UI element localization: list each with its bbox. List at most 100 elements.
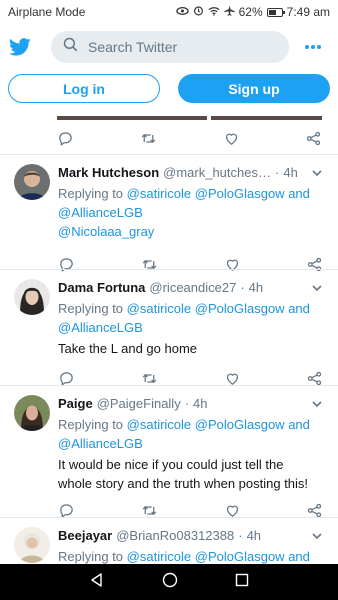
like-icon[interactable] xyxy=(224,370,241,387)
tweet-text: Take the L and go home xyxy=(58,341,198,356)
mention-link[interactable]: @PoloGlasgow xyxy=(195,417,285,432)
replying-to: Replying to @satiricole @PoloGlasgow and… xyxy=(58,415,323,453)
alarm-icon xyxy=(193,5,204,19)
twitter-logo-icon[interactable] xyxy=(8,35,32,59)
tweet-header: Beejayar @BrianRo08312388 · 4h xyxy=(58,526,323,544)
replying-prefix: Replying to xyxy=(58,301,127,316)
tweet-time[interactable]: 4h xyxy=(283,165,297,180)
tweet-header: Paige @PaigeFinally · 4h xyxy=(58,394,323,412)
avatar[interactable] xyxy=(14,395,50,431)
mention-link[interactable]: @PoloGlasgow xyxy=(195,301,285,316)
top-bar: Search Twitter xyxy=(0,24,338,70)
battery-icon xyxy=(266,7,285,17)
tweet-item[interactable]: Paige @PaigeFinally · 4h Replying to @sa… xyxy=(0,385,338,517)
separator-dot: · xyxy=(275,164,280,180)
tweet-feed[interactable]: Mark Hutcheson @mark_hutches… · 4h Reply… xyxy=(0,116,338,564)
like-icon[interactable] xyxy=(224,502,241,519)
user-handle[interactable]: @PaigeFinally xyxy=(97,396,181,411)
mention-link[interactable]: @AllianceLGB xyxy=(58,436,143,451)
mention-link[interactable]: @AllianceLGB xyxy=(58,205,143,220)
tweet-text-line: whole story and the truth when posting t… xyxy=(58,476,309,491)
user-name[interactable]: Beejayar xyxy=(58,528,112,543)
mention-link[interactable]: @satiricole xyxy=(127,301,192,316)
search-placeholder: Search Twitter xyxy=(88,39,178,55)
mention-link[interactable]: @AllianceLGB xyxy=(58,320,143,335)
tweet-time[interactable]: 4h xyxy=(247,528,261,543)
separator-dot: · xyxy=(240,279,245,295)
separator-dot: · xyxy=(184,395,190,411)
replying-to: Replying to @satiricole @PoloGlasgow and xyxy=(58,547,323,564)
chevron-down-icon[interactable] xyxy=(311,167,323,179)
tweet-item[interactable]: Beejayar @BrianRo08312388 · 4h Replying … xyxy=(0,517,338,564)
retweet-icon[interactable] xyxy=(140,370,159,387)
eye-icon xyxy=(175,6,189,19)
battery-percent: 62% xyxy=(238,5,263,19)
reply-icon[interactable] xyxy=(57,130,74,147)
recents-icon[interactable] xyxy=(235,573,249,592)
tweet-body: Mark Hutcheson @mark_hutches… · 4h Reply… xyxy=(58,163,323,274)
mention-and[interactable]: and xyxy=(285,301,310,316)
tweet-body: Paige @PaigeFinally · 4h Replying to @sa… xyxy=(58,394,323,520)
back-icon[interactable] xyxy=(89,572,105,593)
status-bar: Airplane Mode 62% 7:49 am xyxy=(0,0,338,24)
share-icon[interactable] xyxy=(305,130,322,147)
user-handle[interactable]: @riceandice27 xyxy=(149,280,236,295)
mention-link[interactable]: @satiricole xyxy=(127,186,192,201)
more-icon[interactable] xyxy=(305,45,321,49)
mention-link[interactable]: @PoloGlasgow xyxy=(195,549,285,564)
tweet-body: Beejayar @BrianRo08312388 · 4h Replying … xyxy=(58,526,323,564)
chevron-down-icon[interactable] xyxy=(311,530,323,542)
separator-dot: · xyxy=(238,527,243,543)
airplane-mode-label: Airplane Mode xyxy=(8,5,86,19)
tweet-text-line: It would be nice if you could just tell … xyxy=(58,457,284,472)
user-name[interactable]: Paige xyxy=(58,396,93,411)
chevron-down-icon[interactable] xyxy=(311,398,323,410)
search-icon xyxy=(63,37,78,57)
avatar[interactable] xyxy=(14,527,50,563)
search-input[interactable]: Search Twitter xyxy=(51,31,289,63)
previous-tweet-actions xyxy=(57,128,322,148)
tweet-time[interactable]: 4h xyxy=(193,396,207,411)
replying-to: Replying to @satiricole @PoloGlasgow and… xyxy=(58,299,323,337)
chevron-down-icon[interactable] xyxy=(311,282,323,294)
tweet-text: It would be nice if you could just tell … xyxy=(58,455,323,493)
share-icon[interactable] xyxy=(306,370,323,387)
mention-and[interactable]: and xyxy=(285,549,310,564)
tweet-header: Mark Hutcheson @mark_hutches… · 4h xyxy=(58,163,323,181)
replying-prefix: Replying to xyxy=(58,186,127,201)
previous-tweet-image xyxy=(57,116,322,120)
signup-button[interactable]: Sign up xyxy=(178,74,330,103)
replying-to: Replying to @satiricole @PoloGlasgow and… xyxy=(58,184,323,241)
user-name[interactable]: Mark Hutcheson xyxy=(58,165,159,180)
like-icon[interactable] xyxy=(223,130,240,147)
retweet-icon[interactable] xyxy=(139,130,158,147)
mention-link[interactable]: @satiricole xyxy=(127,417,192,432)
wifi-icon xyxy=(208,6,220,19)
status-icons: 62% 7:49 am xyxy=(175,5,330,19)
mention-link[interactable]: @Nicolaaa_gray xyxy=(58,224,154,239)
reply-icon[interactable] xyxy=(58,502,75,519)
reply-icon[interactable] xyxy=(58,370,75,387)
tweet-time[interactable]: 4h xyxy=(249,280,263,295)
auth-row: Log in Sign up xyxy=(0,74,338,110)
retweet-icon[interactable] xyxy=(140,502,159,519)
user-handle[interactable]: @mark_hutches… xyxy=(163,165,271,180)
home-icon[interactable] xyxy=(162,572,178,593)
share-icon[interactable] xyxy=(306,502,323,519)
avatar[interactable] xyxy=(14,279,50,315)
clock: 7:49 am xyxy=(286,5,330,19)
mention-and[interactable]: and xyxy=(285,186,310,201)
tweet-item[interactable]: Mark Hutcheson @mark_hutches… · 4h Reply… xyxy=(0,154,338,269)
avatar[interactable] xyxy=(14,164,50,200)
airplane-icon xyxy=(224,5,235,19)
tweet-body: Dama Fortuna @riceandice27 · 4h Replying… xyxy=(58,278,323,388)
user-name[interactable]: Dama Fortuna xyxy=(58,280,145,295)
mention-and[interactable]: and xyxy=(285,417,310,432)
mention-link[interactable]: @satiricole xyxy=(127,549,192,564)
user-handle[interactable]: @BrianRo08312388 xyxy=(116,528,234,543)
mention-link[interactable]: @PoloGlasgow xyxy=(195,186,285,201)
tweet-header: Dama Fortuna @riceandice27 · 4h xyxy=(58,278,323,296)
login-button[interactable]: Log in xyxy=(8,74,160,103)
system-nav-bar xyxy=(0,564,338,600)
tweet-item[interactable]: Dama Fortuna @riceandice27 · 4h Replying… xyxy=(0,269,338,385)
